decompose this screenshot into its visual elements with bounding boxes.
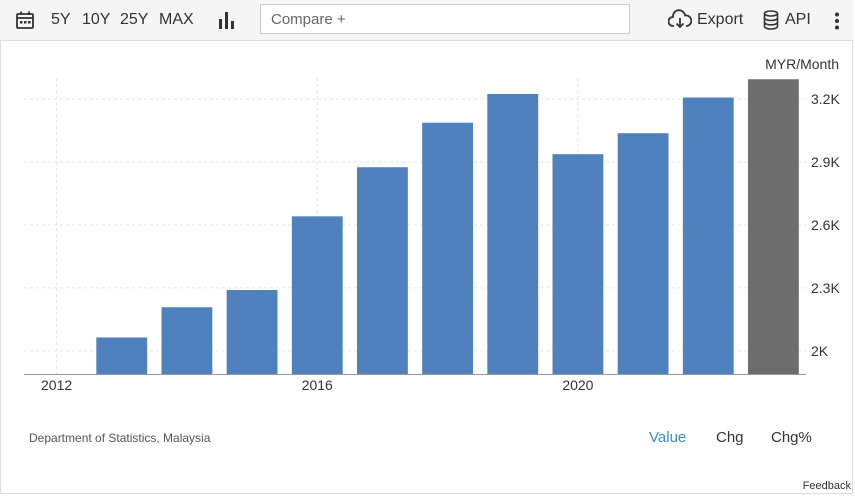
cloud-download-icon[interactable] xyxy=(667,9,693,36)
feedback-link[interactable]: Feedback xyxy=(802,480,851,492)
bar-2019[interactable] xyxy=(487,93,539,375)
bar-2023[interactable] xyxy=(748,79,799,374)
bar-2015[interactable] xyxy=(226,290,278,374)
bar-2022[interactable] xyxy=(682,97,734,374)
calendar-icon[interactable] xyxy=(15,10,35,35)
mode-value-button[interactable]: Value xyxy=(649,429,686,446)
y-tick-label: 2.3K xyxy=(811,280,840,296)
y-tick-label: 3.2K xyxy=(811,91,840,107)
bar-chart-icon[interactable] xyxy=(217,10,237,35)
database-icon[interactable] xyxy=(763,10,779,35)
api-button[interactable]: API xyxy=(785,10,811,30)
chart-toolbar: 5Y 10Y 25Y MAX Export API xyxy=(0,0,853,41)
mode-chg-button[interactable]: Chg xyxy=(716,429,744,446)
bar-2016[interactable] xyxy=(291,216,343,374)
y-tick-label: 2.9K xyxy=(811,154,840,170)
y-tick-label: 2.6K xyxy=(811,217,840,233)
range-5y-button[interactable]: 5Y xyxy=(51,10,71,30)
bar-chart: 2012 2016 2020 2K 2.3K 2.6K 2.9K 3.2K xyxy=(24,78,840,393)
range-max-button[interactable]: MAX xyxy=(159,10,194,30)
more-vertical-icon[interactable] xyxy=(834,12,840,35)
bar-2020[interactable] xyxy=(552,154,604,374)
range-10y-button[interactable]: 10Y xyxy=(82,10,110,30)
mode-chg-pct-button[interactable]: Chg% xyxy=(771,429,812,446)
bar-2018[interactable] xyxy=(422,122,473,374)
bar-2013[interactable] xyxy=(96,337,148,374)
bar-2021[interactable] xyxy=(617,133,669,374)
y-tick-label: 2K xyxy=(811,343,829,359)
x-tick-label: 2012 xyxy=(41,377,72,393)
bar-2017[interactable] xyxy=(357,167,408,374)
export-button[interactable]: Export xyxy=(697,10,743,30)
range-25y-button[interactable]: 25Y xyxy=(120,10,148,30)
source-label: Department of Statistics, Malaysia xyxy=(29,431,211,445)
x-tick-label: 2020 xyxy=(562,377,593,393)
compare-input[interactable] xyxy=(260,4,630,34)
x-tick-label: 2016 xyxy=(302,377,333,393)
bar-2014[interactable] xyxy=(161,307,213,374)
